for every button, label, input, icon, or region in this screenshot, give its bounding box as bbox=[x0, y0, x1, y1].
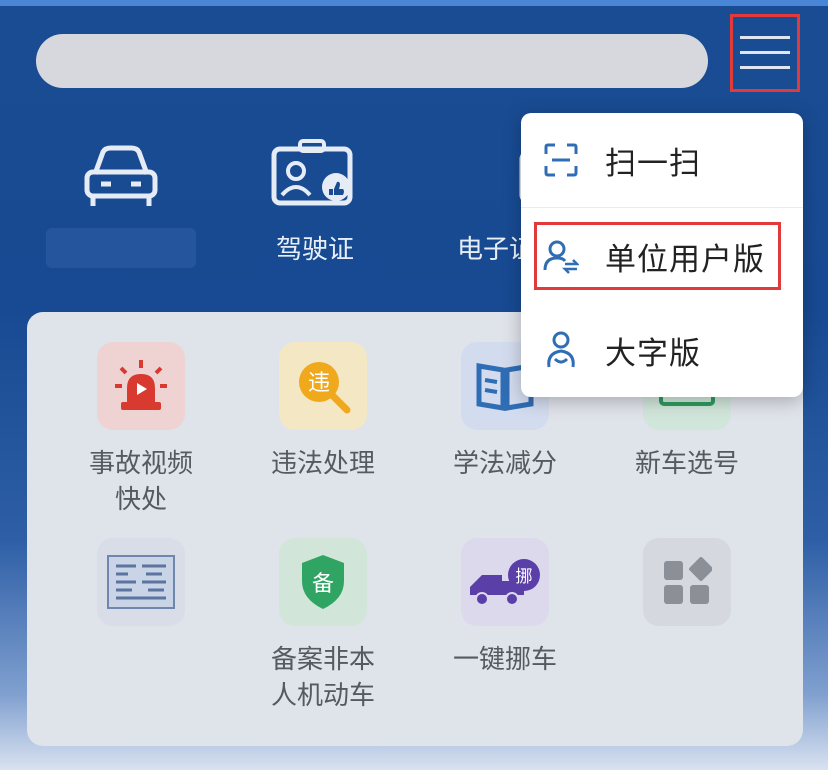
menu-item-label: 大字版 bbox=[605, 335, 701, 372]
user-switch-icon bbox=[543, 240, 579, 274]
tow-truck-icon: 挪 bbox=[470, 559, 540, 606]
violation-glyph: 违 bbox=[308, 371, 330, 396]
menu-item-scan[interactable]: 扫一扫 bbox=[521, 115, 803, 205]
driver-license-icon bbox=[271, 139, 353, 206]
service-label: 一键挪车 bbox=[452, 645, 557, 675]
alarm-light-icon bbox=[115, 360, 167, 410]
car-icon bbox=[84, 145, 158, 206]
service-move-car[interactable]: 挪 一键挪车 bbox=[415, 538, 595, 678]
move-glyph: 挪 bbox=[516, 567, 533, 587]
menu-divider bbox=[521, 207, 803, 208]
shield-bei-icon: 备 bbox=[302, 555, 344, 609]
service-register-vehicle[interactable]: 备 备案非本 人机动车 bbox=[233, 538, 413, 714]
service-label: 备案非本 人机动车 bbox=[270, 645, 375, 711]
dropdown-menu: 扫一扫 单位用户版 大字版 bbox=[521, 113, 803, 397]
scan-icon bbox=[544, 143, 578, 177]
shield-glyph: 备 bbox=[312, 572, 334, 597]
more-apps-icon bbox=[664, 557, 712, 604]
menu-item-unit-user[interactable]: 单位用户版 bbox=[521, 211, 803, 301]
hamburger-icon bbox=[740, 36, 790, 69]
service-label: 违法处理 bbox=[270, 449, 375, 479]
menu-item-label: 单位用户版 bbox=[605, 241, 765, 278]
menu-item-large-font[interactable]: 大字版 bbox=[521, 305, 803, 395]
status-strip bbox=[0, 0, 828, 6]
search-input[interactable] bbox=[36, 34, 708, 88]
quick-item-car[interactable] bbox=[36, 135, 206, 263]
quick-item-label bbox=[36, 229, 206, 263]
service-accident-video[interactable]: 事故视频 快处 bbox=[51, 342, 231, 518]
service-label: 事故视频 快处 bbox=[88, 449, 193, 515]
menu-button[interactable] bbox=[730, 14, 800, 92]
elder-mode-icon bbox=[547, 331, 575, 368]
service-label: 学法减分 bbox=[452, 449, 557, 479]
menu-item-label: 扫一扫 bbox=[605, 145, 701, 182]
violation-search-icon: 违 bbox=[299, 362, 351, 414]
certificate-icon bbox=[107, 555, 175, 609]
service-violation[interactable]: 违 违法处理 bbox=[233, 342, 413, 482]
quick-item-label: 驾驶证 bbox=[275, 235, 354, 265]
quick-item-license[interactable]: 驾驶证 bbox=[230, 135, 400, 265]
service-label: 新车选号 bbox=[634, 449, 739, 479]
service-more[interactable] bbox=[597, 538, 777, 642]
service-certificate[interactable] bbox=[51, 538, 231, 642]
